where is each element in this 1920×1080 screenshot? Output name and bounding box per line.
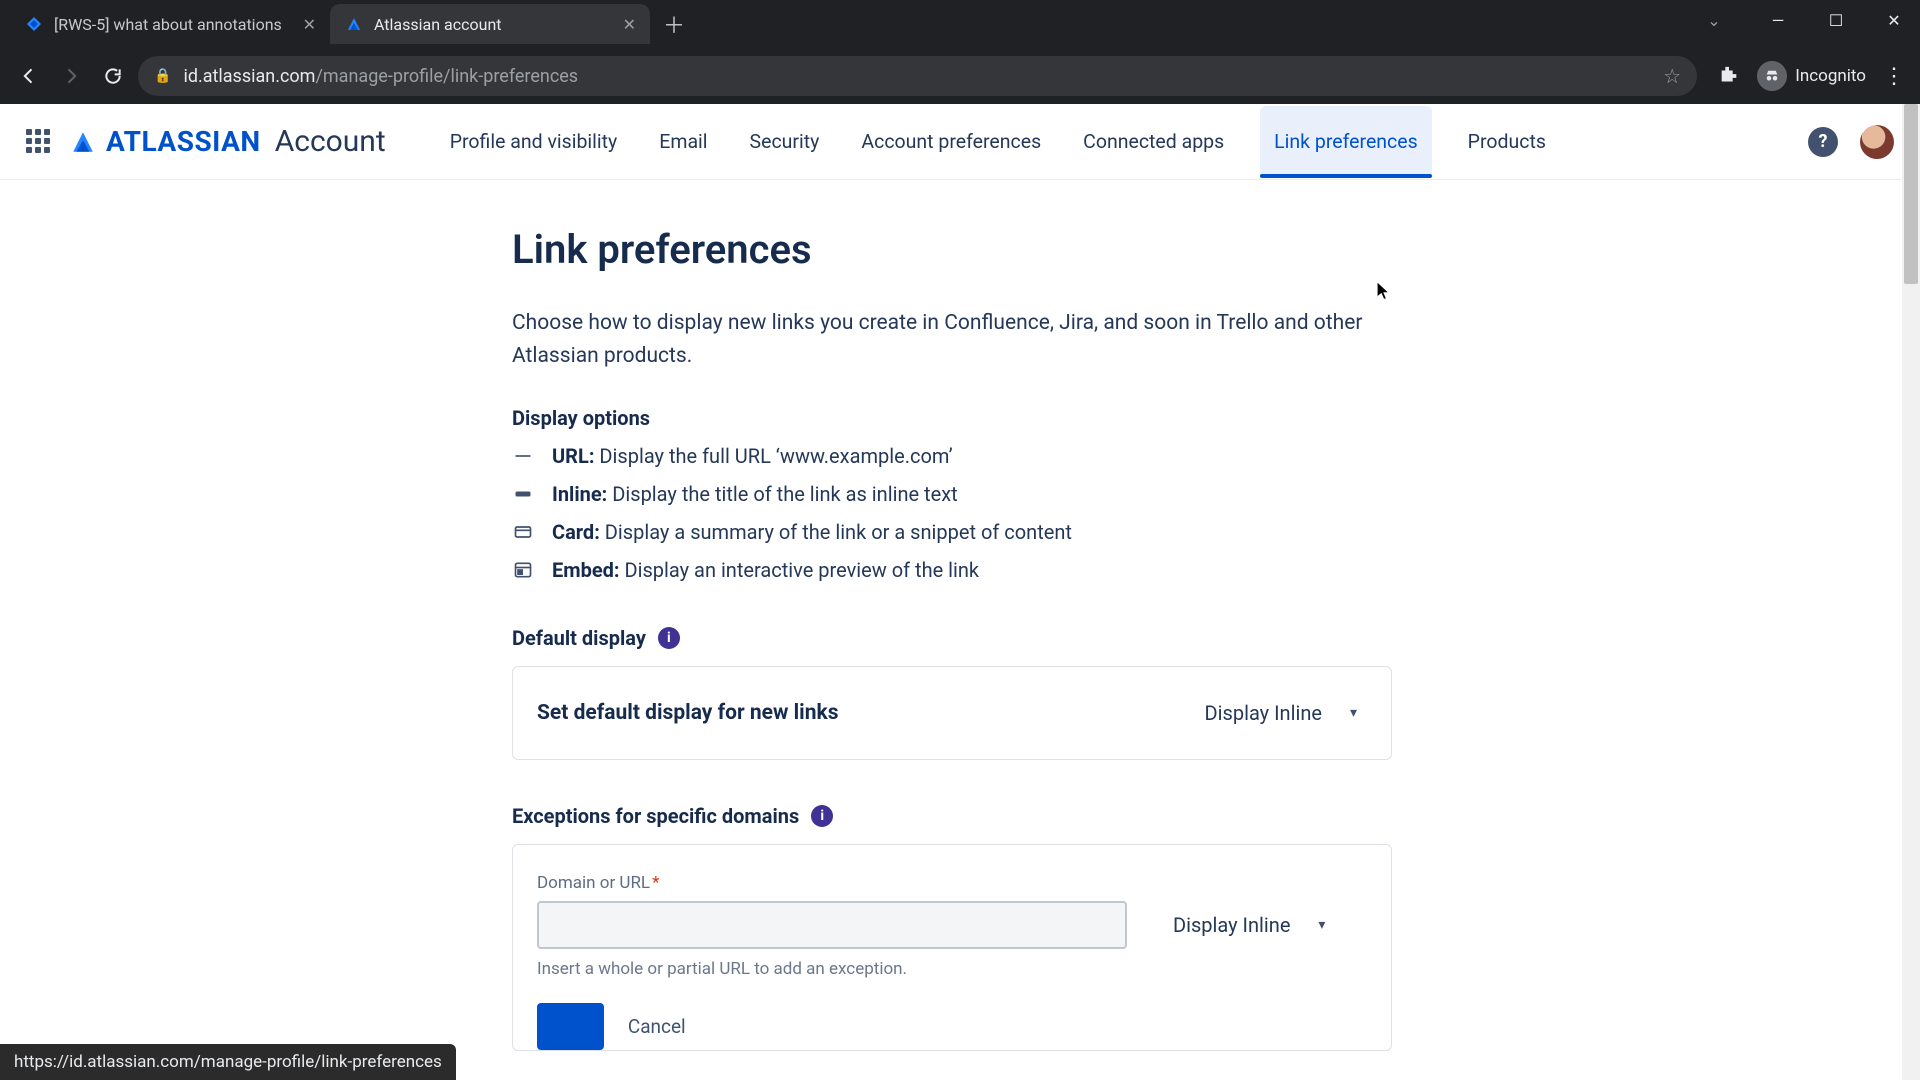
- chevron-down-icon: ▾: [1318, 917, 1325, 933]
- browser-tab[interactable]: Atlassian account ✕: [330, 4, 650, 44]
- forward-button[interactable]: [54, 59, 88, 93]
- incognito-badge[interactable]: Incognito: [1757, 61, 1866, 91]
- nav-email[interactable]: Email: [653, 106, 713, 177]
- tab-title: [RWS-5] what about annotations: [54, 15, 293, 34]
- window-controls: ⌄ ― ☐ ✕: [1694, 0, 1914, 40]
- default-display-value: Display Inline: [1205, 701, 1322, 725]
- address-bar: 🔒 id.atlassian.com/manage-profile/link-p…: [0, 48, 1920, 104]
- page-title: Link preferences: [512, 226, 1392, 273]
- extensions-icon[interactable]: [1715, 62, 1743, 90]
- display-options-heading: Display options: [512, 406, 1392, 430]
- inline-icon: [512, 483, 534, 505]
- tab-close-icon[interactable]: ✕: [303, 15, 316, 34]
- reload-button[interactable]: [96, 59, 130, 93]
- back-button[interactable]: [12, 59, 46, 93]
- domain-display-select[interactable]: Display Inline ▾: [1163, 907, 1335, 943]
- browser-tab[interactable]: [RWS-5] what about annotations ✕: [10, 4, 330, 44]
- card-icon: [512, 521, 534, 543]
- incognito-icon: [1757, 61, 1787, 91]
- domain-url-input[interactable]: [537, 901, 1127, 949]
- info-icon[interactable]: i: [811, 805, 833, 827]
- nav-connected-apps[interactable]: Connected apps: [1077, 106, 1230, 177]
- window-maximize-icon[interactable]: ☐: [1816, 11, 1856, 30]
- tab-close-icon[interactable]: ✕: [623, 15, 636, 34]
- tab-search-icon[interactable]: ⌄: [1694, 11, 1734, 30]
- display-option-embed: Embed: Display an interactive preview of…: [512, 558, 1392, 582]
- info-icon[interactable]: i: [658, 627, 680, 649]
- nav-link-preferences[interactable]: Link preferences: [1260, 106, 1432, 177]
- domain-display-value: Display Inline: [1173, 913, 1290, 937]
- window-close-icon[interactable]: ✕: [1874, 11, 1914, 30]
- url-host: id.atlassian.com: [183, 66, 315, 87]
- default-display-label: Set default display for new links: [537, 701, 839, 725]
- avatar[interactable]: [1860, 125, 1894, 159]
- nav-security[interactable]: Security: [744, 106, 826, 177]
- display-option-card: Card: Display a summary of the link or a…: [512, 520, 1392, 544]
- app-header: ATLASSIAN Account Profile and visibility…: [0, 104, 1920, 180]
- app-switcher-icon[interactable]: [26, 129, 52, 155]
- cancel-button[interactable]: Cancel: [624, 1003, 690, 1050]
- exceptions-heading: Exceptions for specific domains i: [512, 804, 1392, 828]
- omnibox[interactable]: 🔒 id.atlassian.com/manage-profile/link-p…: [138, 56, 1697, 96]
- brand[interactable]: ATLASSIAN Account: [70, 124, 386, 159]
- display-option-url: URL: Display the full URL ‘www.example.c…: [512, 444, 1392, 468]
- save-button[interactable]: [537, 1003, 604, 1050]
- jira-favicon: [24, 14, 44, 34]
- atlassian-favicon: [344, 14, 364, 34]
- incognito-label: Incognito: [1795, 66, 1866, 86]
- atlassian-logo-icon: [70, 129, 96, 155]
- exceptions-card: Domain or URL* Display Inline ▾ Insert a…: [512, 844, 1392, 1051]
- chevron-down-icon: ▾: [1350, 705, 1357, 721]
- lock-icon: 🔒: [154, 68, 171, 84]
- nav-products[interactable]: Products: [1462, 106, 1552, 177]
- url-path: /manage-profile/link-preferences: [315, 66, 578, 87]
- browser-menu-icon[interactable]: ⋮: [1880, 64, 1908, 89]
- tab-strip: [RWS-5] what about annotations ✕ Atlassi…: [0, 0, 1920, 48]
- display-options-list: URL: Display the full URL ‘www.example.c…: [512, 444, 1392, 582]
- scrollbar-thumb[interactable]: [1904, 104, 1918, 284]
- status-bar: https://id.atlassian.com/manage-profile/…: [0, 1044, 456, 1080]
- display-option-inline: Inline: Display the title of the link as…: [512, 482, 1392, 506]
- url-icon: [512, 445, 534, 467]
- scrollbar[interactable]: [1902, 104, 1920, 1080]
- domain-helper-text: Insert a whole or partial URL to add an …: [537, 959, 1367, 979]
- primary-nav: Profile and visibility Email Security Ac…: [444, 106, 1552, 177]
- tab-title: Atlassian account: [374, 15, 613, 34]
- page-lead: Choose how to display new links you crea…: [512, 307, 1372, 372]
- brand-sub: Account: [275, 124, 386, 159]
- domain-field-label: Domain or URL*: [537, 873, 1367, 893]
- default-display-select[interactable]: Display Inline ▾: [1195, 695, 1367, 731]
- main-content: Link preferences Choose how to display n…: [512, 180, 1392, 1051]
- default-display-card: Set default display for new links Displa…: [512, 666, 1392, 760]
- brand-word: ATLASSIAN: [106, 125, 261, 158]
- nav-account-preferences[interactable]: Account preferences: [855, 106, 1047, 177]
- window-minimize-icon[interactable]: ―: [1758, 11, 1798, 30]
- help-icon[interactable]: ?: [1808, 127, 1838, 157]
- default-display-heading: Default display i: [512, 626, 1392, 650]
- new-tab-button[interactable]: ＋: [660, 8, 688, 40]
- bookmark-star-icon[interactable]: ☆: [1663, 64, 1681, 88]
- nav-profile-visibility[interactable]: Profile and visibility: [444, 106, 624, 177]
- embed-icon: [512, 559, 534, 581]
